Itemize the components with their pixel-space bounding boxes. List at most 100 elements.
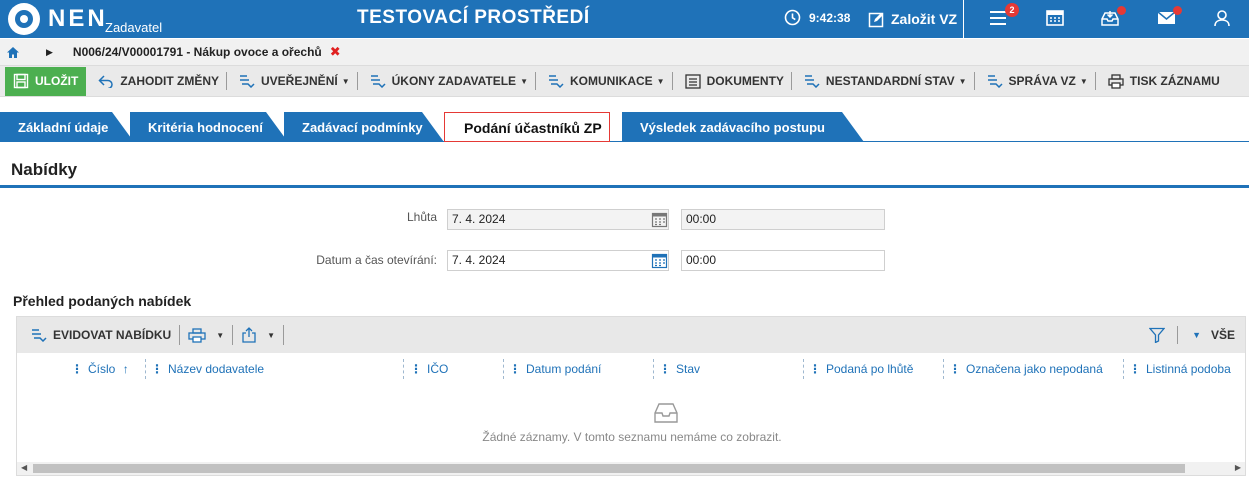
opening-datetime-label: Datum a čas otevírání: bbox=[316, 253, 437, 267]
column-menu-icon[interactable]: ⋮ bbox=[1129, 362, 1141, 376]
nonstandard-state-menu-button[interactable]: NESTANDARDNÍ STAV ▼ bbox=[792, 72, 975, 90]
chevron-down-icon: ▼ bbox=[1079, 76, 1088, 86]
column-divider[interactable] bbox=[803, 359, 804, 379]
column-submission-date[interactable]: ⋮ Datum podání bbox=[509, 353, 601, 385]
column-divider[interactable] bbox=[1123, 359, 1124, 379]
discard-changes-button[interactable]: ZAHODIT ZMĚNY bbox=[86, 72, 227, 90]
tab-evaluation-criteria[interactable]: Kritéria hodnocení bbox=[130, 112, 288, 142]
breadcrumb-arrow-icon: ▶ bbox=[46, 46, 53, 57]
export-icon bbox=[242, 327, 256, 343]
actions-label: ÚKONY ZADAVATELE bbox=[391, 74, 517, 88]
view-all-selector[interactable]: VŠE bbox=[1211, 328, 1235, 342]
column-menu-icon[interactable]: ⋮ bbox=[410, 362, 422, 376]
section-title: Nabídky bbox=[11, 160, 78, 179]
column-divider[interactable] bbox=[943, 359, 944, 379]
tab-bar: Základní údaje Kritéria hodnocení Zadáva… bbox=[0, 112, 1249, 142]
document-icon bbox=[684, 73, 701, 89]
new-vz-button[interactable]: Založit VZ bbox=[864, 0, 965, 38]
tab-procedure-result[interactable]: Výsledek zadávacího postupu bbox=[622, 112, 864, 142]
column-menu-icon[interactable]: ⋮ bbox=[509, 362, 521, 376]
calendar-picker-icon[interactable] bbox=[651, 252, 669, 270]
column-paper-label: Listinná podoba bbox=[1146, 362, 1231, 376]
top-header: NEN Zadavatel TESTOVACÍ PROSTŘEDÍ 9:42:3… bbox=[0, 0, 1249, 38]
publish-menu-button[interactable]: UVEŘEJNĚNÍ ▼ bbox=[227, 72, 358, 90]
manage-label: SPRÁVA VZ bbox=[1008, 74, 1076, 88]
documents-button[interactable]: DOKUMENTY bbox=[673, 72, 792, 90]
breadcrumb-title[interactable]: N006/24/V00001791 - Nákup ovoce a ořechů bbox=[73, 45, 322, 59]
column-number[interactable]: ⋮ Číslo ↑ bbox=[71, 353, 129, 385]
mail-button[interactable] bbox=[1157, 6, 1182, 29]
close-record-icon[interactable]: ✖ bbox=[330, 44, 341, 60]
offers-grid: EVIDOVAT NABÍDKU ▼ ▼ ▼ VŠE ⋮ Číslo ↑ ⋮ Náz… bbox=[16, 316, 1246, 476]
communication-label: KOMUNIKACE bbox=[569, 74, 653, 88]
column-menu-icon[interactable]: ⋮ bbox=[71, 362, 83, 376]
scrollbar-thumb[interactable] bbox=[33, 464, 1185, 473]
inbox-button[interactable] bbox=[1101, 6, 1126, 29]
column-divider[interactable] bbox=[653, 359, 654, 379]
chevron-down-icon[interactable]: ▼ bbox=[1192, 330, 1201, 340]
save-label: ULOŽIT bbox=[35, 74, 79, 88]
printer-icon bbox=[188, 327, 206, 343]
column-marked-unsubmitted[interactable]: ⋮ Označena jako nepodaná bbox=[949, 353, 1103, 385]
scroll-left-icon[interactable]: ◀ bbox=[21, 463, 27, 472]
environment-title: TESTOVACÍ PROSTŘEDÍ bbox=[357, 7, 590, 28]
chevron-down-icon: ▼ bbox=[267, 330, 276, 340]
grid-header-row: ⋮ Číslo ↑ ⋮ Název dodavatele ⋮ IČO ⋮ Datum p… bbox=[17, 353, 1245, 385]
register-offer-button[interactable]: EVIDOVAT NABÍDKU bbox=[17, 325, 181, 345]
print-record-button[interactable]: TISK ZÁZNAMU bbox=[1096, 72, 1227, 90]
column-status[interactable]: ⋮ Stav bbox=[659, 353, 700, 385]
offers-overview-title: Přehled podaných nabídek bbox=[13, 293, 192, 309]
opening-time-input[interactable]: 00:00 bbox=[681, 250, 885, 271]
grid-export-menu-button[interactable]: ▼ bbox=[233, 325, 285, 345]
notification-badge: 2 bbox=[1005, 3, 1019, 17]
deadline-label: Lhůta bbox=[406, 210, 437, 224]
menu-button[interactable]: 2 bbox=[989, 3, 1019, 29]
list-flow-icon bbox=[987, 75, 1003, 88]
printer-icon bbox=[1108, 73, 1124, 89]
column-menu-icon[interactable]: ⋮ bbox=[809, 362, 821, 376]
nen-logo[interactable]: NEN bbox=[8, 2, 108, 36]
column-ico[interactable]: ⋮ IČO bbox=[410, 353, 448, 385]
filter-icon[interactable] bbox=[1149, 327, 1166, 343]
clock-time: 9:42:38 bbox=[809, 10, 851, 25]
save-button[interactable]: ULOŽIT bbox=[5, 66, 87, 96]
calendar-button[interactable] bbox=[1046, 9, 1066, 29]
column-supplier-name[interactable]: ⋮ Název dodavatele bbox=[151, 353, 264, 385]
communication-menu-button[interactable]: KOMUNIKACE ▼ bbox=[536, 72, 673, 90]
chevron-down-icon: ▼ bbox=[958, 76, 967, 86]
user-button[interactable] bbox=[1213, 9, 1233, 29]
breadcrumb: ▶ N006/24/V00001791 - Nákup ovoce a ořec… bbox=[0, 39, 1249, 65]
tab-tender-conditions[interactable]: Zadávací podmínky bbox=[284, 112, 444, 142]
list-flow-icon bbox=[370, 75, 386, 88]
grid-print-menu-button[interactable]: ▼ bbox=[180, 325, 234, 345]
column-number-label: Číslo bbox=[88, 362, 116, 376]
actions-menu-button[interactable]: ÚKONY ZADAVATELE ▼ bbox=[358, 72, 536, 90]
tab-basic-info[interactable]: Základní údaje bbox=[0, 112, 134, 142]
home-icon[interactable] bbox=[6, 46, 20, 59]
list-flow-icon bbox=[804, 75, 820, 88]
manage-vz-menu-button[interactable]: SPRÁVA VZ ▼ bbox=[975, 72, 1096, 90]
column-paper-form[interactable]: ⋮ Listinná podoba bbox=[1129, 353, 1245, 385]
column-menu-icon[interactable]: ⋮ bbox=[151, 362, 163, 376]
column-menu-icon[interactable]: ⋮ bbox=[659, 362, 671, 376]
column-unsubmitted-label: Označena jako nepodaná bbox=[966, 362, 1103, 376]
nen-logo-mark bbox=[8, 3, 40, 35]
tab-participant-submissions[interactable]: Podání účastníků ZP bbox=[444, 112, 610, 142]
column-divider[interactable] bbox=[145, 359, 146, 379]
column-supplier-label: Název dodavatele bbox=[168, 362, 265, 376]
toolbar-separator bbox=[1177, 326, 1179, 344]
column-menu-icon[interactable]: ⋮ bbox=[949, 362, 961, 376]
logo-subtitle: Zadavatel bbox=[105, 20, 163, 35]
column-divider[interactable] bbox=[503, 359, 504, 379]
documents-label: DOKUMENTY bbox=[706, 74, 784, 88]
opening-date-input[interactable]: 7. 4. 2024 bbox=[447, 250, 669, 271]
register-offer-label: EVIDOVAT NABÍDKU bbox=[53, 328, 172, 342]
scroll-right-icon[interactable]: ▶ bbox=[1235, 463, 1241, 472]
sort-ascending-icon: ↑ bbox=[122, 362, 129, 376]
column-divider[interactable] bbox=[403, 359, 404, 379]
calendar-picker-icon bbox=[651, 212, 668, 228]
chevron-down-icon: ▼ bbox=[341, 76, 350, 86]
column-status-label: Stav bbox=[676, 362, 701, 376]
column-late-submission[interactable]: ⋮ Podaná po lhůtě bbox=[809, 353, 913, 385]
horizontal-scrollbar[interactable]: ◀ ▶ bbox=[17, 462, 1245, 475]
